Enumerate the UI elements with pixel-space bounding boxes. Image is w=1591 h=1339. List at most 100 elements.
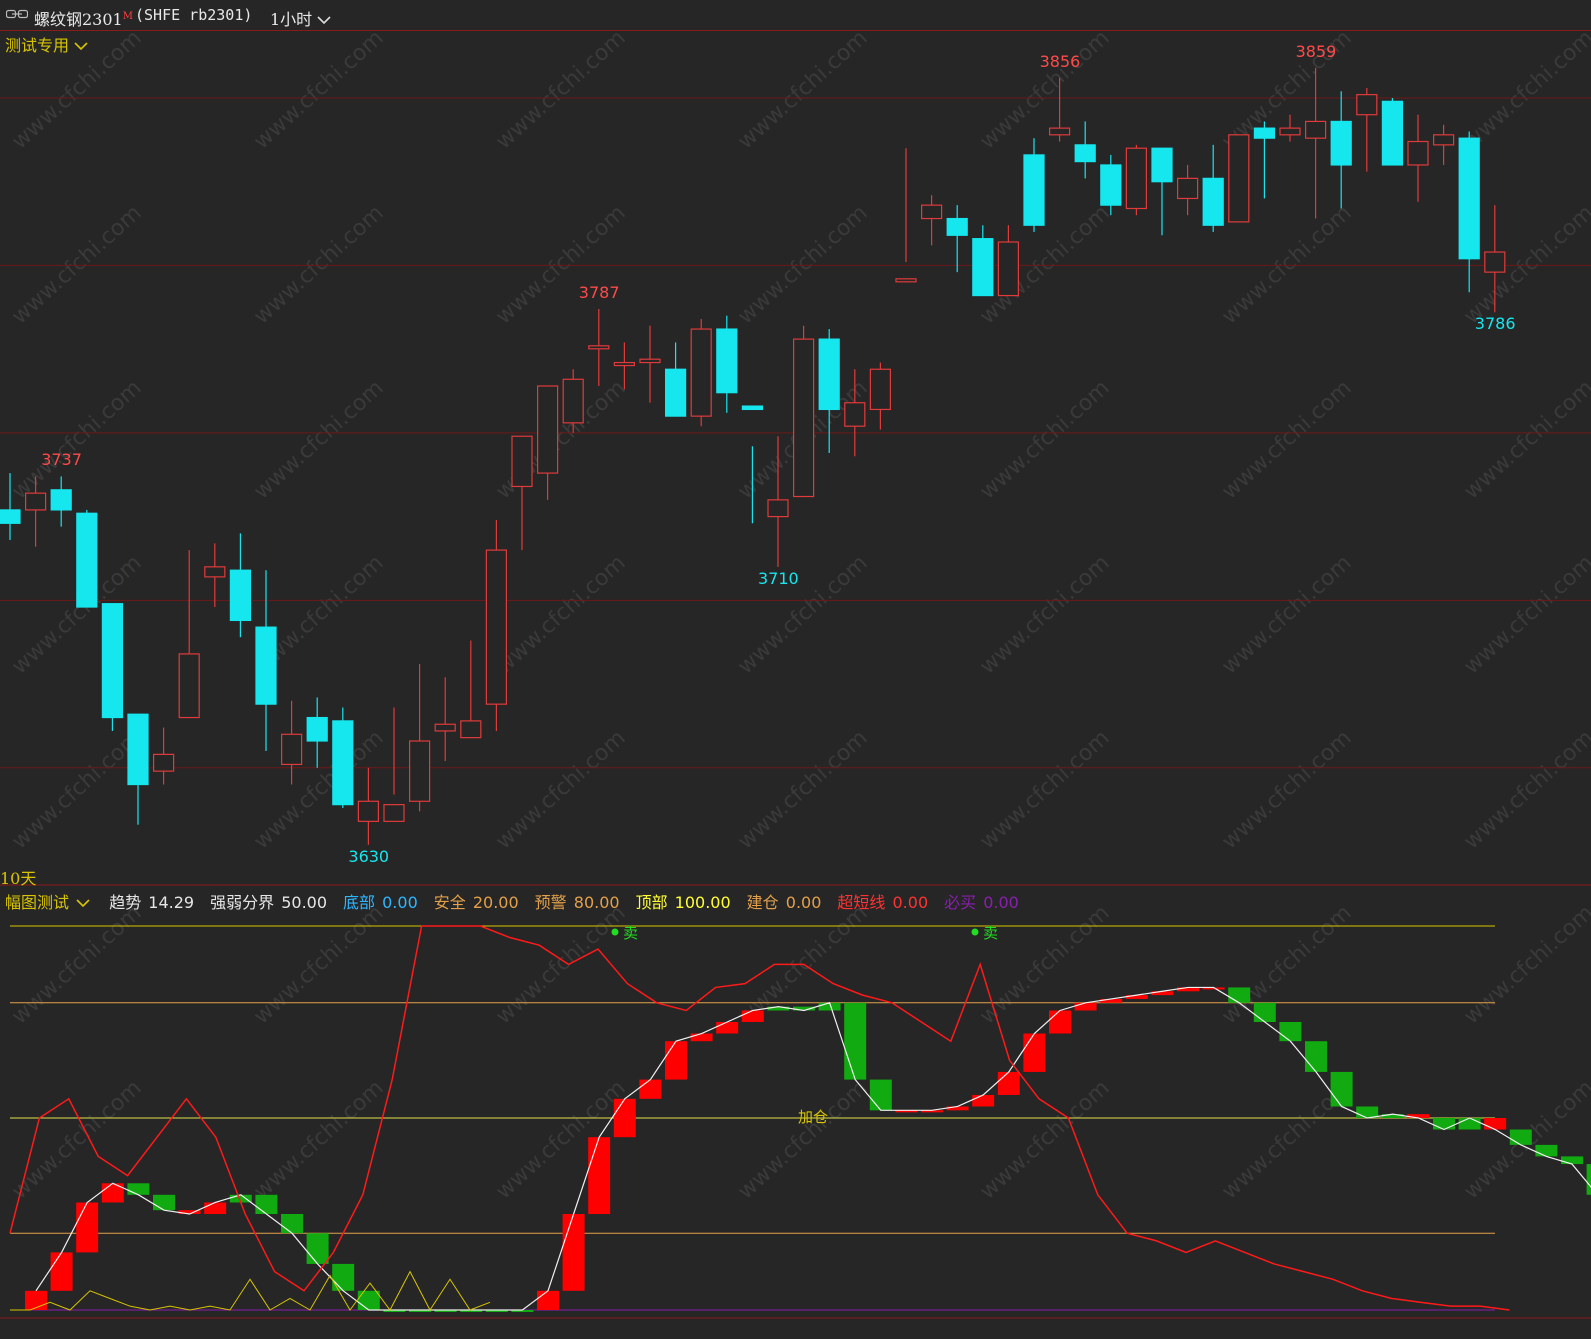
candle bbox=[204, 543, 226, 608]
rise-bar bbox=[50, 1252, 73, 1291]
watermark-text: www.cfchi.com bbox=[249, 26, 388, 155]
param-value: 20.00 bbox=[467, 893, 519, 912]
candle bbox=[281, 700, 303, 785]
candle bbox=[357, 767, 379, 845]
chevron-down-icon bbox=[74, 42, 88, 51]
candle bbox=[153, 727, 175, 785]
candle bbox=[1279, 114, 1301, 142]
candle bbox=[1228, 134, 1250, 223]
candle bbox=[485, 519, 507, 731]
sell-marker: 卖 bbox=[623, 924, 638, 942]
candle-body bbox=[1125, 147, 1148, 210]
candle bbox=[409, 663, 431, 812]
rise-bar bbox=[537, 1290, 559, 1310]
candle-body bbox=[690, 328, 712, 417]
candle-body bbox=[1484, 251, 1506, 273]
candle bbox=[332, 707, 354, 808]
candle-body bbox=[972, 238, 994, 297]
candle-body bbox=[153, 753, 175, 772]
candle-body bbox=[1458, 137, 1480, 260]
high-price-label: 3856 bbox=[1039, 51, 1081, 71]
rise-bar bbox=[613, 1098, 636, 1138]
fall-bar bbox=[869, 1079, 892, 1111]
candle-body bbox=[1279, 127, 1301, 136]
param-label: 趋势 bbox=[109, 893, 142, 912]
param-value: 100.00 bbox=[669, 893, 731, 912]
rise-bar bbox=[741, 1010, 764, 1022]
candle bbox=[1023, 138, 1045, 232]
candle bbox=[1407, 114, 1429, 202]
candle bbox=[1253, 121, 1276, 199]
candle bbox=[1432, 124, 1455, 165]
candle-body bbox=[1228, 134, 1250, 223]
candle-body bbox=[409, 740, 431, 802]
low-price-label: 3786 bbox=[1474, 314, 1516, 334]
param-item: 建仓 0.00 bbox=[747, 893, 824, 912]
watermark-text: www.cfchi.com bbox=[733, 726, 872, 855]
rise-bar bbox=[1049, 1010, 1071, 1034]
candle-body bbox=[844, 402, 866, 427]
param-value: 14.29 bbox=[143, 893, 195, 912]
sell-dot bbox=[971, 928, 979, 936]
param-label: 安全 bbox=[433, 893, 466, 912]
fall-bar bbox=[1458, 1118, 1481, 1130]
chevron-down-icon bbox=[76, 899, 90, 908]
candle-body bbox=[588, 345, 610, 350]
indicator-name-sub: 幅图测试 bbox=[5, 893, 70, 912]
watermark-text: www.cfchi.com bbox=[491, 26, 630, 155]
param-item: 强弱分界 50.00 bbox=[210, 893, 329, 912]
candle-body bbox=[536, 385, 559, 474]
candle bbox=[1176, 164, 1199, 216]
watermark-text: www.cfchi.com bbox=[975, 376, 1114, 505]
param-item: 趋势 14.29 bbox=[109, 893, 196, 912]
param-label: 必买 bbox=[944, 893, 977, 912]
candle bbox=[1304, 67, 1327, 219]
candle-body bbox=[767, 499, 789, 518]
candle bbox=[1458, 131, 1480, 293]
candle bbox=[920, 195, 943, 246]
candle bbox=[946, 205, 968, 273]
high-price-label: 3737 bbox=[41, 450, 82, 470]
watermark-text: www.cfchi.com bbox=[1459, 376, 1591, 505]
rise-bar bbox=[665, 1041, 687, 1080]
candle-body bbox=[101, 603, 124, 719]
candle-body bbox=[946, 217, 968, 236]
candle bbox=[1381, 97, 1404, 166]
param-label: 超短线 bbox=[837, 893, 886, 912]
candle bbox=[1330, 91, 1352, 209]
indicator-dropdown-main[interactable]: 测试专用 bbox=[5, 32, 88, 56]
candle bbox=[1202, 144, 1224, 232]
sub-indicator-bar: 幅图测试 趋势 14.29 强弱分界 50.00 底部 0.00 安全 20.00 预警… bbox=[5, 889, 1037, 913]
watermark-text: www.cfchi.com bbox=[249, 1076, 388, 1205]
rise-bar bbox=[997, 1071, 1020, 1095]
watermark-text: www.cfchi.com bbox=[7, 376, 146, 505]
candle bbox=[639, 325, 661, 403]
param-value: 0.00 bbox=[887, 893, 929, 912]
candle-body bbox=[357, 800, 379, 822]
param-label: 顶部 bbox=[635, 893, 668, 912]
candle-body bbox=[792, 338, 815, 498]
watermark-text: www.cfchi.com bbox=[975, 726, 1114, 855]
rise-bar bbox=[562, 1214, 585, 1291]
candle bbox=[716, 315, 738, 413]
candle bbox=[178, 550, 200, 719]
rise-bar bbox=[690, 1033, 713, 1042]
watermark-text: www.cfchi.com bbox=[249, 901, 388, 1030]
candle bbox=[50, 476, 72, 527]
fall-bar bbox=[1561, 1156, 1583, 1165]
candle-body bbox=[1048, 127, 1071, 136]
watermark-text: www.cfchi.com bbox=[7, 1076, 146, 1205]
candle bbox=[1151, 147, 1173, 236]
candle-body bbox=[178, 653, 200, 719]
candle-body bbox=[281, 733, 303, 766]
rise-bar bbox=[972, 1094, 995, 1107]
high-price-label: 3859 bbox=[1295, 41, 1337, 61]
candle-body bbox=[997, 241, 1020, 297]
rise-bar bbox=[1023, 1033, 1046, 1072]
indicator-dropdown-sub[interactable]: 幅图测试 bbox=[5, 893, 95, 912]
watermark-text: www.cfchi.com bbox=[1459, 551, 1591, 680]
param-value: 0.00 bbox=[377, 893, 418, 912]
param-value: 80.00 bbox=[568, 893, 620, 912]
candle bbox=[869, 362, 892, 430]
candle-body bbox=[1330, 120, 1352, 166]
